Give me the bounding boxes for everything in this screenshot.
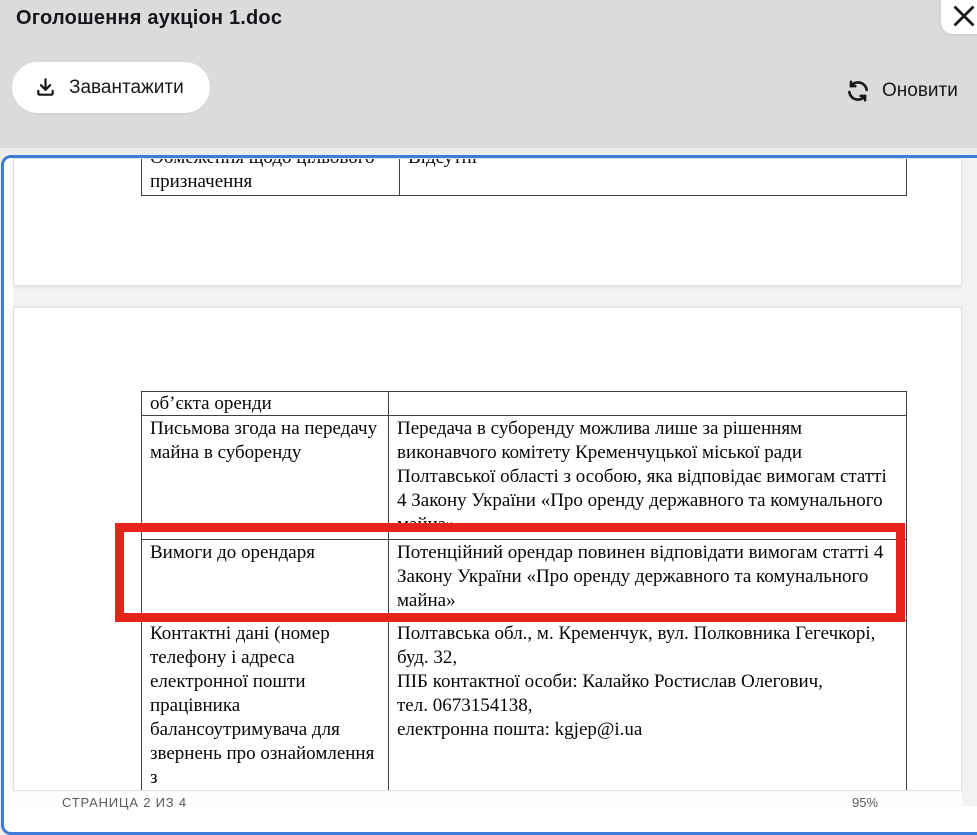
table-row-highlighted: Вимоги до орендаря Потенційний орендар п… (142, 539, 906, 620)
download-button-label: Завантажити (69, 77, 184, 99)
document-viewer[interactable]: Обмеження щодо цільового призначення Від… (1, 155, 977, 835)
row-label: Контактні дані (номер телефону і адреса … (142, 621, 389, 791)
doc-table: об’єкта оренди Письмова згода на передач… (141, 391, 907, 791)
row-label: Вимоги до орендаря (142, 540, 389, 620)
viewer-statusbar: СТРАНИЦА 2 ИЗ 4 95% (4, 791, 962, 806)
table-row: об’єкта оренди (142, 392, 906, 415)
table-row: Письмова згода на передачу майна в субор… (142, 415, 906, 539)
pages-container: Обмеження щодо цільового призначення Від… (13, 158, 962, 791)
download-button[interactable]: Завантажити (12, 62, 210, 113)
doc-table-fragment: Обмеження щодо цільового призначення Від… (141, 158, 907, 196)
table-row: Контактні дані (номер телефону і адреса … (142, 620, 906, 791)
refresh-icon (845, 78, 871, 104)
row-value: Потенційний орендар повинен відповідати … (389, 540, 906, 620)
row-value: Полтавська обл., м. Кременчук, вул. Полк… (389, 621, 906, 791)
download-icon (34, 76, 57, 99)
zoom-level: 95% (852, 795, 878, 810)
viewer-right-margin (962, 158, 977, 806)
close-icon (951, 3, 977, 29)
page-indicator: СТРАНИЦА 2 ИЗ 4 (62, 795, 187, 810)
document-page-2: об’єкта оренди Письмова згода на передач… (13, 307, 962, 791)
table-row: Обмеження щодо цільового призначення Від… (142, 158, 906, 195)
refresh-button-label: Оновити (882, 80, 958, 102)
row-value (389, 392, 906, 415)
row-label: Обмеження щодо цільового призначення (142, 158, 400, 195)
row-value: Відсутні (400, 158, 906, 195)
refresh-button[interactable]: Оновити (845, 76, 958, 106)
row-label: об’єкта оренди (142, 392, 389, 415)
row-label: Письмова згода на передачу майна в субор… (142, 416, 389, 539)
close-button[interactable] (941, 0, 977, 34)
page-gap (13, 286, 962, 307)
document-page-1: Обмеження щодо цільового призначення Від… (13, 158, 962, 286)
modal-header: Оголошення аукціон 1.doc Завантажити Оно… (0, 0, 977, 148)
row-value: Передача в суборенду можлива лише за ріш… (389, 416, 906, 539)
document-title: Оголошення аукціон 1.doc (16, 7, 282, 30)
